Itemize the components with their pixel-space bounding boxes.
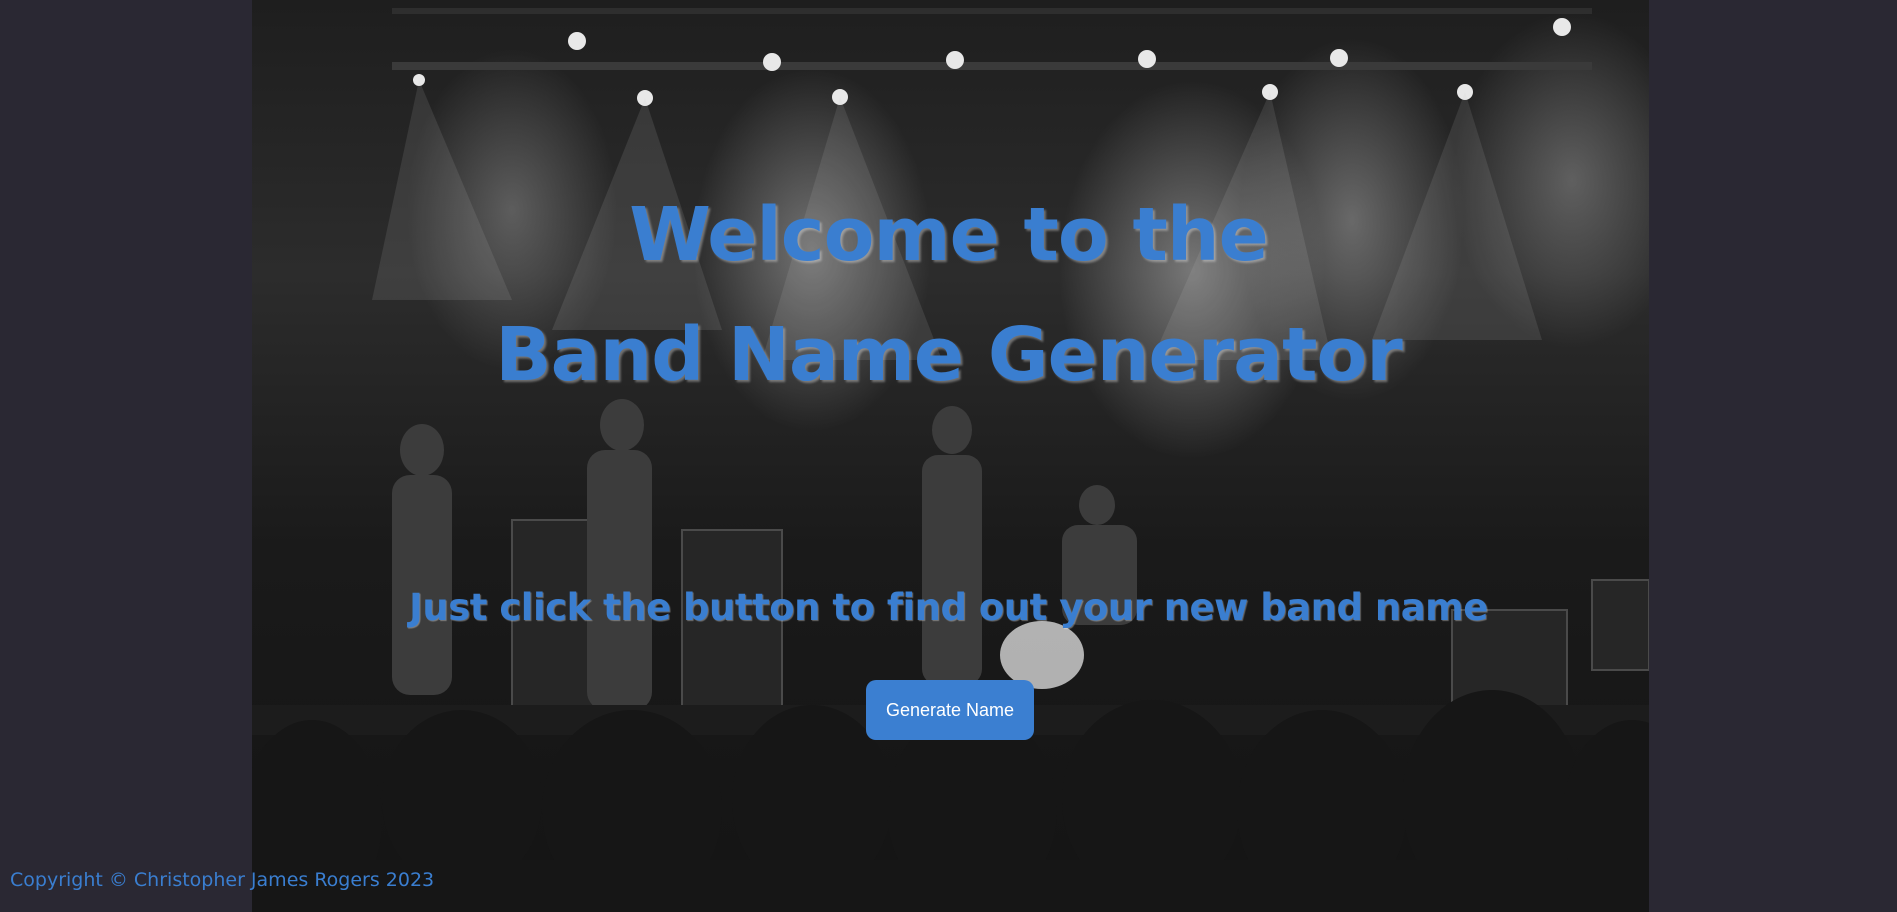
concert-stage-illustration: [252, 8, 1649, 912]
copyright-footer: Copyright © Christopher James Rogers 202…: [10, 869, 435, 891]
page-title-line1: Welcome to the: [629, 192, 1269, 278]
page-subtitle: Just click the button to find out your n…: [409, 586, 1488, 629]
generate-name-button[interactable]: Generate Name: [866, 680, 1034, 740]
page: Welcome to the Band Name Generator Just …: [0, 0, 1897, 912]
concert-stage-background-image: [252, 0, 1649, 912]
page-title-line2: Band Name Generator: [495, 312, 1403, 398]
